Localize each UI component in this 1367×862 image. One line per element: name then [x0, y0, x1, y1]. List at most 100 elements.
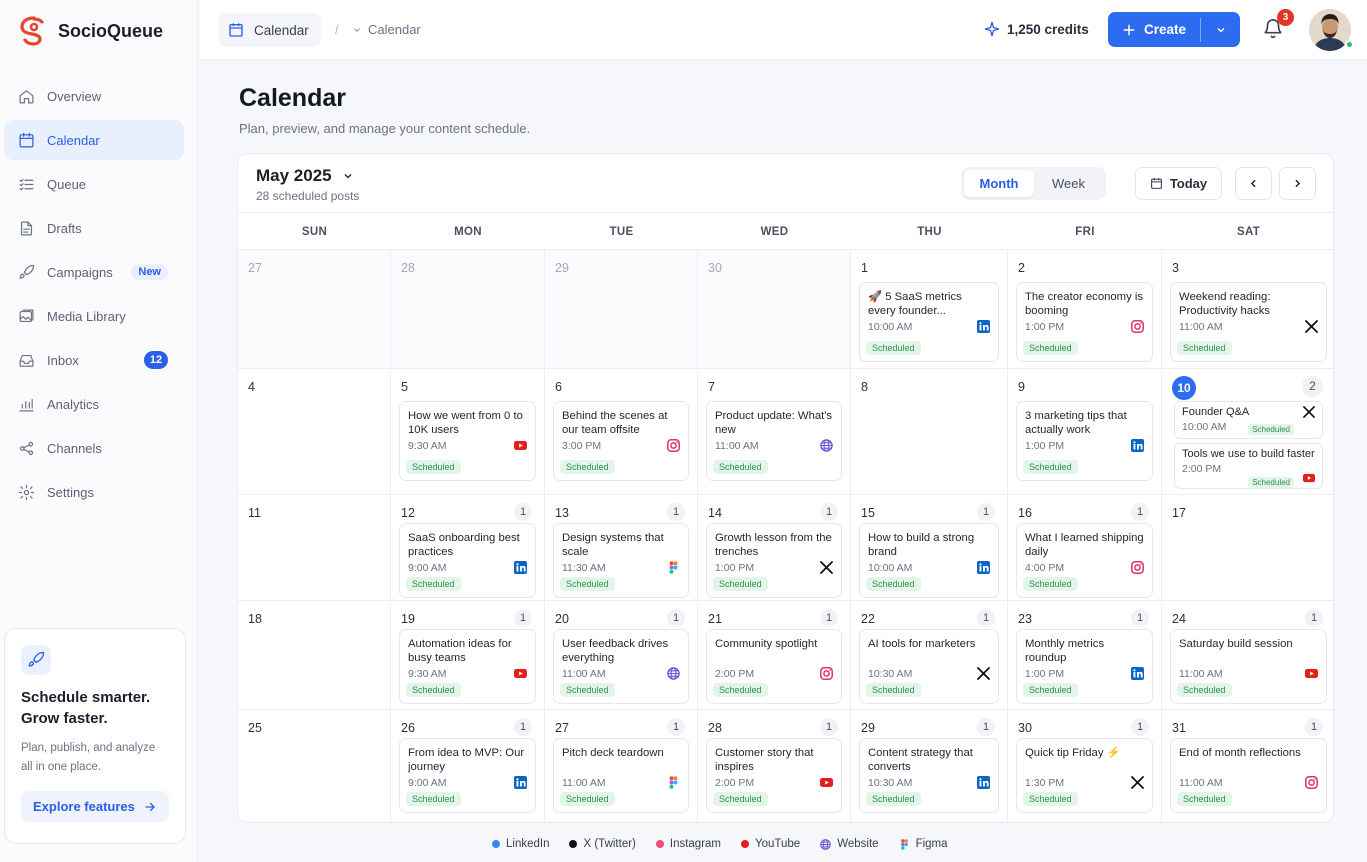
calendar-day-cell[interactable]: 9 3 marketing tips that actually work 1:00…	[1008, 369, 1162, 495]
calendar-day-cell[interactable]: 26 1 From idea to MVP: Our journey 9:00 AM S…	[391, 710, 545, 822]
calendar-day-cell[interactable]: 18	[238, 601, 391, 710]
post-card[interactable]: Content strategy that converts 10:30 AM Sc…	[859, 738, 999, 813]
post-card[interactable]: From idea to MVP: Our journey 9:00 AM Sche…	[399, 738, 536, 813]
calendar-day-cell[interactable]: 10 2 Founder Q&A 10:00 AM Scheduled Tools we …	[1162, 369, 1333, 495]
calendar-day-cell[interactable]: 6 Behind the scenes at our team offsite 3:…	[545, 369, 698, 495]
calendar-day-cell[interactable]: 28	[391, 250, 545, 369]
post-card[interactable]: 🚀 5 SaaS metrics every founder... 10:00 A…	[859, 282, 999, 362]
day-number: 13	[555, 506, 569, 520]
sidebar-item-channels[interactable]: Channels	[4, 428, 184, 468]
view-month-button[interactable]: Month	[964, 170, 1034, 197]
post-card[interactable]: Automation ideas for busy teams 9:30 AM Sc…	[399, 629, 536, 704]
post-card[interactable]: 3 marketing tips that actually work 1:00 …	[1016, 401, 1153, 481]
sidebar-item-settings[interactable]: Settings	[4, 472, 184, 512]
breadcrumb[interactable]: Calendar	[218, 13, 321, 47]
legend-item-youtube[interactable]: YouTube	[741, 838, 800, 850]
post-card[interactable]: How we went from 0 to 10K users 9:30 AM Sc…	[399, 401, 536, 481]
post-card[interactable]: Behind the scenes at our team offsite 3:0…	[553, 401, 689, 481]
create-dropdown-toggle[interactable]	[1201, 24, 1240, 36]
post-card[interactable]: Growth lesson from the trenches 1:00 PM Sc…	[706, 523, 842, 598]
calendar-day-cell[interactable]: 29 1 Content strategy that converts 10:30 A…	[851, 710, 1008, 822]
sidebar-item-campaigns[interactable]: Campaigns New	[4, 252, 184, 292]
calendar-day-cell[interactable]: 28 1 Customer story that inspires 2:00 PM Sc…	[698, 710, 851, 822]
post-card[interactable]: Weekend reading: Productivity hacks 11:00…	[1170, 282, 1327, 362]
legend-item-figma[interactable]: Figma	[899, 838, 948, 850]
post-card[interactable]: Monthly metrics roundup 1:00 PM Scheduled	[1016, 629, 1153, 704]
status-badge: Scheduled	[1023, 577, 1078, 591]
brand[interactable]: SocioQueue	[20, 16, 163, 46]
sidebar-nav: Overview Calendar Queue Drafts Campaigns New M…	[4, 76, 184, 516]
calendar-day-cell[interactable]: 19 1 Automation ideas for busy teams 9:30 A…	[391, 601, 545, 710]
calendar-day-cell[interactable]: 2 The creator economy is booming 1:00 PM Sc…	[1008, 250, 1162, 369]
post-card[interactable]: Design systems that scale 11:30 AM Schedul…	[553, 523, 689, 598]
sidebar-item-inbox[interactable]: Inbox 12	[4, 340, 184, 380]
calendar-day-cell[interactable]: 25	[238, 710, 391, 822]
calendar-day-cell[interactable]: 27	[238, 250, 391, 369]
calendar-day-cell[interactable]: 4	[238, 369, 391, 495]
post-card[interactable]: Customer story that inspires 2:00 PM Sched…	[706, 738, 842, 813]
calendar-day-cell[interactable]: 29	[545, 250, 698, 369]
sidebar-item-media-library[interactable]: Media Library	[4, 296, 184, 336]
sidebar-item-analytics[interactable]: Analytics	[4, 384, 184, 424]
post-card[interactable]: How to build a strong brand 10:00 AM Sched…	[859, 523, 999, 598]
post-card[interactable]: Quick tip Friday ⚡ 1:30 PM Scheduled	[1016, 738, 1153, 813]
calendar-day-cell[interactable]: 16 1 What I learned shipping daily 4:00 PM S…	[1008, 495, 1162, 601]
post-card[interactable]: User feedback drives everything 11:00 AM S…	[553, 629, 689, 704]
post-card[interactable]: Tools we use to build faster 2:00 PM Sched…	[1174, 443, 1323, 489]
home-icon	[19, 89, 34, 103]
post-card[interactable]: Saturday build session 11:00 AM Scheduled	[1170, 629, 1327, 704]
sidebar-item-queue[interactable]: Queue	[4, 164, 184, 204]
legend-item-website[interactable]: Website	[820, 838, 879, 850]
calendar-day-cell[interactable]: 21 1 Community spotlight 2:00 PM Scheduled	[698, 601, 851, 710]
calendar-day-cell[interactable]: 24 1 Saturday build session 11:00 AM Schedul…	[1162, 601, 1333, 710]
legend-item-instagram[interactable]: Instagram	[655, 838, 721, 850]
calendar-day-cell[interactable]: 30	[698, 250, 851, 369]
calendar-day-cell[interactable]: 30 1 Quick tip Friday ⚡ 1:30 PM Scheduled	[1008, 710, 1162, 822]
day-number: 18	[248, 612, 262, 626]
calendar-day-cell[interactable]: 27 1 Pitch deck teardown 11:00 AM Scheduled	[545, 710, 698, 822]
calendar-day-cell[interactable]: 22 1 AI tools for marketers 10:30 AM Schedul…	[851, 601, 1008, 710]
day-number: 3	[1172, 261, 1179, 275]
calendar-day-cell[interactable]: 11	[238, 495, 391, 601]
post-card[interactable]: SaaS onboarding best practices 9:00 AM Sch…	[399, 523, 536, 598]
explore-features-button[interactable]: Explore features	[21, 791, 169, 822]
calendar-day-cell[interactable]: 23 1 Monthly metrics roundup 1:00 PM Schedul…	[1008, 601, 1162, 710]
sidebar-item-overview[interactable]: Overview	[4, 76, 184, 116]
post-card[interactable]: Founder Q&A 10:00 AM Scheduled	[1174, 401, 1323, 439]
prev-month-button[interactable]	[1235, 167, 1272, 200]
calendar-day-cell[interactable]: 13 1 Design systems that scale 11:30 AM Sche…	[545, 495, 698, 601]
month-selector[interactable]: May 2025	[256, 166, 354, 186]
post-title: Monthly metrics roundup	[1025, 638, 1105, 664]
today-button[interactable]: Today	[1135, 167, 1222, 200]
legend-item-x[interactable]: X (Twitter)	[569, 838, 636, 850]
post-card[interactable]: AI tools for marketers 10:30 AM Scheduled	[859, 629, 999, 704]
post-card[interactable]: What I learned shipping daily 4:00 PM Sche…	[1016, 523, 1153, 598]
calendar-day-cell[interactable]: 5 How we went from 0 to 10K users 9:30 AM S…	[391, 369, 545, 495]
view-week-button[interactable]: Week	[1034, 170, 1103, 197]
calendar-day-cell[interactable]: 31 1 End of month reflections 11:00 AM Sched…	[1162, 710, 1333, 822]
next-month-button[interactable]	[1279, 167, 1316, 200]
calendar-day-cell[interactable]: 7 Product update: What's new 11:00 AM Sched…	[698, 369, 851, 495]
calendar-day-cell[interactable]: 8	[851, 369, 1008, 495]
post-card[interactable]: Product update: What's new 11:00 AM Schedu…	[706, 401, 842, 481]
create-button[interactable]: Create	[1108, 12, 1240, 47]
calendar-day-cell[interactable]: 14 1 Growth lesson from the trenches 1:00 P…	[698, 495, 851, 601]
sidebar-item-drafts[interactable]: Drafts	[4, 208, 184, 248]
create-main-button[interactable]: Create	[1108, 22, 1200, 37]
calendar-day-cell[interactable]: 17	[1162, 495, 1333, 601]
calendar-day-cell[interactable]: 12 1 SaaS onboarding best practices 9:00 AM…	[391, 495, 545, 601]
sidebar-item-calendar[interactable]: Calendar	[4, 120, 184, 160]
calendar-day-cell[interactable]: 20 1 User feedback drives everything 11:00 …	[545, 601, 698, 710]
post-card[interactable]: Pitch deck teardown 11:00 AM Scheduled	[553, 738, 689, 813]
calendar-day-cell[interactable]: 15 1 How to build a strong brand 10:00 AM Sc…	[851, 495, 1008, 601]
post-card[interactable]: Community spotlight 2:00 PM Scheduled	[706, 629, 842, 704]
credits-display[interactable]: 1,250 credits	[984, 21, 1089, 37]
post-card[interactable]: The creator economy is booming 1:00 PM Sch…	[1016, 282, 1153, 362]
breadcrumb-sub[interactable]: Calendar	[352, 22, 421, 37]
legend-item-linkedin[interactable]: LinkedIn	[492, 838, 549, 850]
calendar-day-cell[interactable]: 3 Weekend reading: Productivity hacks 11:0…	[1162, 250, 1333, 369]
post-card[interactable]: End of month reflections 11:00 AM Schedule…	[1170, 738, 1327, 813]
post-title: Pitch deck teardown	[562, 747, 664, 759]
view-toggle: Month Week	[961, 167, 1106, 200]
calendar-day-cell[interactable]: 1 🚀 5 SaaS metrics every founder... 10:00 …	[851, 250, 1008, 369]
